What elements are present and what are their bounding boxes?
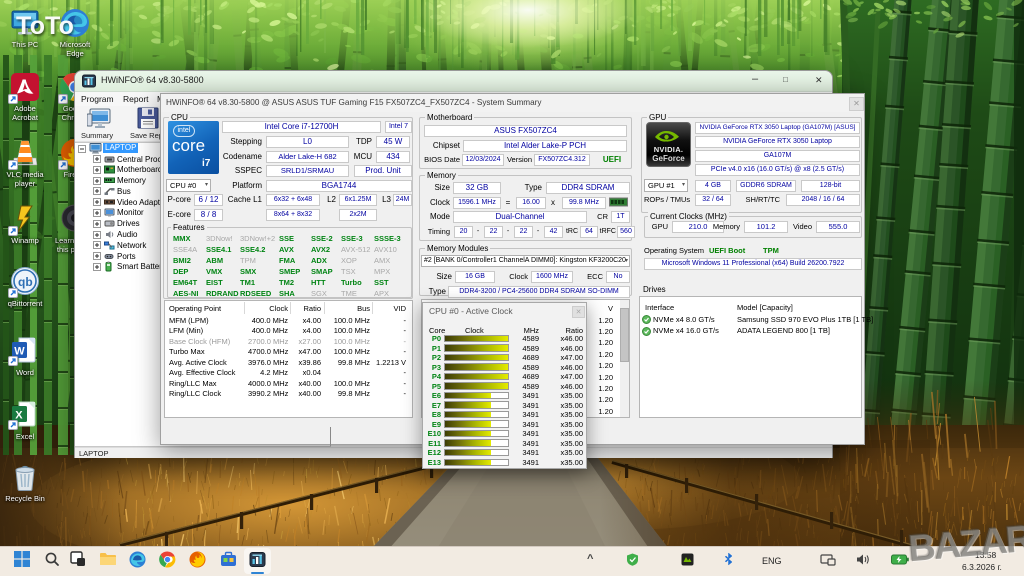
- svg-text:qb: qb: [18, 275, 33, 289]
